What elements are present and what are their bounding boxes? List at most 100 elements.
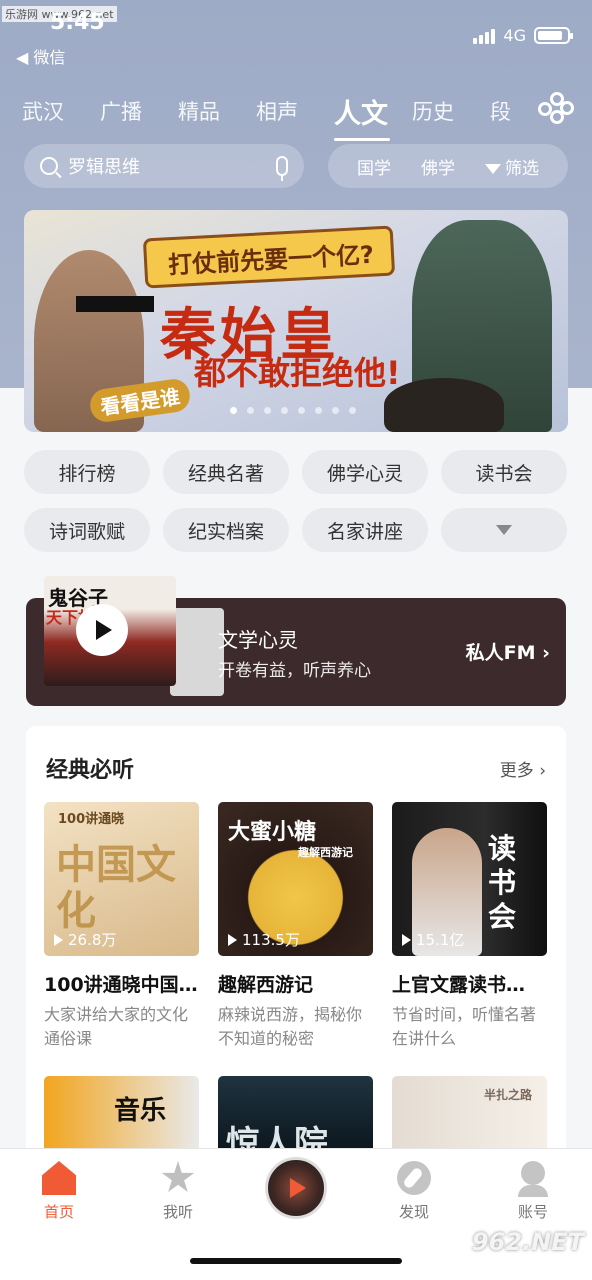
classic-items-row2: 音乐 惊人院 半扎之路 <box>44 1076 548 1156</box>
tab-home[interactable]: 首页 <box>14 1161 104 1222</box>
classic-items: 100讲通晓 中国文化 26.8万 100讲通晓中国… 大家讲给大家的文化通俗课… <box>44 802 548 1051</box>
carousel-dot[interactable] <box>298 407 305 414</box>
fm-subtitle: 开卷有益，听声养心 <box>218 661 371 681</box>
private-fm-card[interactable]: 鬼谷子 天下权术 文学心灵 开卷有益，听声养心 私人FM › <box>26 576 566 706</box>
filter-button[interactable]: 筛选 <box>485 154 539 179</box>
tab-duan[interactable]: 段 <box>468 96 546 126</box>
watermark-logo: 962.NET <box>471 1228 584 1256</box>
promo-banner[interactable]: 打仗前先要一个亿? 秦始皇 都不敢拒绝他! 看看是谁 <box>24 210 568 432</box>
tab-history[interactable]: 历史 <box>390 96 468 126</box>
carousel-dot[interactable] <box>281 407 288 414</box>
signal-icon <box>473 28 496 44</box>
play-count-icon <box>228 933 237 946</box>
item-description: 节省时间，听懂名著在讲什么 <box>392 1005 537 1048</box>
carousel-dot[interactable] <box>230 407 237 414</box>
tab-wuhan[interactable]: 武汉 <box>0 96 78 126</box>
cover-art-text: 半扎之路 <box>484 1088 533 1102</box>
cover-art-title: 中国文化 <box>56 842 176 934</box>
status-time: 5:45 <box>50 10 105 35</box>
tab-premium[interactable]: 精品 <box>156 96 234 126</box>
tab-radio[interactable]: 广播 <box>78 96 156 126</box>
play-count-icon <box>54 933 63 946</box>
chip-book-club[interactable]: 读书会 <box>441 450 567 494</box>
section-title: 经典必听 <box>46 758 135 783</box>
list-item[interactable]: 大蜜小糖 趣解西游记 113.5万 趣解西游记 麻辣说西游，揭秘你不知道的秘密 <box>218 802 373 1051</box>
list-item[interactable]: 100讲通晓 中国文化 26.8万 100讲通晓中国… 大家讲给大家的文化通俗课 <box>44 802 199 1051</box>
cover-art-text: 读书会 <box>488 832 517 933</box>
search-icon <box>40 157 58 175</box>
play-count-value: 26.8万 <box>68 931 117 949</box>
private-fm-link[interactable]: 私人FM › <box>466 638 550 665</box>
item-title: 100讲通晓中国… <box>44 974 198 996</box>
sunglasses-graphic <box>76 296 154 312</box>
cover-art-text: 100讲通晓 <box>58 812 125 827</box>
filter-foxue[interactable]: 佛学 <box>421 154 455 179</box>
item-cover[interactable]: 半扎之路 <box>392 1076 547 1156</box>
play-count: 26.8万 <box>54 929 116 950</box>
gold-pot-graphic <box>384 378 504 432</box>
tab-mine[interactable]: 我听 <box>133 1161 223 1222</box>
item-cover: 读书会 15.1亿 <box>392 802 547 956</box>
more-categories-icon[interactable] <box>538 92 574 126</box>
now-playing-disc[interactable] <box>265 1157 327 1219</box>
cover-art-title: 趣解西游记 <box>298 846 353 859</box>
chip-lectures[interactable]: 名家讲座 <box>302 508 428 552</box>
play-count-value: 15.1亿 <box>416 931 465 949</box>
play-icon[interactable] <box>76 604 128 656</box>
tab-crosstalk[interactable]: 相声 <box>234 96 312 126</box>
star-icon <box>161 1161 195 1192</box>
carousel-dot[interactable] <box>315 407 322 414</box>
search-input[interactable]: 罗辑思维 <box>24 144 304 188</box>
cover-art-text: 音乐 <box>114 1096 167 1126</box>
chip-poetry[interactable]: 诗词歌赋 <box>24 508 150 552</box>
chip-expand[interactable] <box>441 508 567 552</box>
item-description: 大家讲给大家的文化通俗课 <box>44 1005 189 1048</box>
play-count: 113.5万 <box>228 929 300 950</box>
category-tabs: 武汉 广播 精品 相声 人文 历史 段 <box>0 86 530 141</box>
item-cover[interactable]: 惊人院 <box>218 1076 373 1156</box>
tab-humanities[interactable]: 人文 <box>312 92 390 141</box>
home-indicator <box>190 1258 402 1264</box>
back-to-wechat[interactable]: ◀ 微信 <box>16 44 65 68</box>
home-icon <box>42 1161 76 1195</box>
more-link[interactable]: 更多 › <box>500 756 546 781</box>
tab-mine-label: 我听 <box>162 1203 193 1221</box>
filter-icon <box>485 163 501 174</box>
carousel-dot[interactable] <box>247 407 254 414</box>
compass-icon <box>397 1161 431 1195</box>
play-count: 15.1亿 <box>402 929 464 950</box>
chip-documentary[interactable]: 纪实档案 <box>163 508 289 552</box>
chip-ranking[interactable]: 排行榜 <box>24 450 150 494</box>
carousel-dots <box>230 407 356 414</box>
chip-classics[interactable]: 经典名著 <box>163 450 289 494</box>
carousel-dot[interactable] <box>332 407 339 414</box>
battery-icon <box>534 27 573 44</box>
search-placeholder: 罗辑思维 <box>68 157 140 178</box>
chevron-down-icon <box>496 525 512 535</box>
chip-buddhism[interactable]: 佛学心灵 <box>302 450 428 494</box>
banner-headline-sub: 都不敢拒绝他! <box>194 354 401 392</box>
filter-label: 筛选 <box>505 158 539 179</box>
item-cover: 100讲通晓 中国文化 26.8万 <box>44 802 199 956</box>
carousel-dot[interactable] <box>264 407 271 414</box>
item-cover: 大蜜小糖 趣解西游记 113.5万 <box>218 802 373 956</box>
network-label: 4G <box>503 26 526 45</box>
tab-discover[interactable]: 发现 <box>369 1161 459 1222</box>
filter-bar: 国学 佛学 筛选 <box>328 144 568 188</box>
microphone-icon[interactable] <box>276 156 288 181</box>
tab-account[interactable]: 账号 <box>488 1161 578 1222</box>
item-description: 麻辣说西游，揭秘你不知道的秘密 <box>218 1005 363 1048</box>
user-icon <box>516 1161 550 1197</box>
item-title: 趣解西游记 <box>218 974 314 996</box>
play-count-value: 113.5万 <box>242 931 300 949</box>
carousel-dot[interactable] <box>349 407 356 414</box>
fm-cover-secondary <box>170 608 224 696</box>
tab-discover-label: 发现 <box>398 1203 429 1221</box>
status-indicators: 4G <box>473 26 573 45</box>
fm-title: 文学心灵 <box>218 628 298 652</box>
tab-account-label: 账号 <box>517 1203 548 1221</box>
cover-art-text: 大蜜小糖 <box>228 820 317 845</box>
filter-guoxue[interactable]: 国学 <box>357 154 391 179</box>
item-cover[interactable]: 音乐 <box>44 1076 199 1156</box>
list-item[interactable]: 读书会 15.1亿 上官文露读书… 节省时间，听懂名著在讲什么 <box>392 802 547 1051</box>
